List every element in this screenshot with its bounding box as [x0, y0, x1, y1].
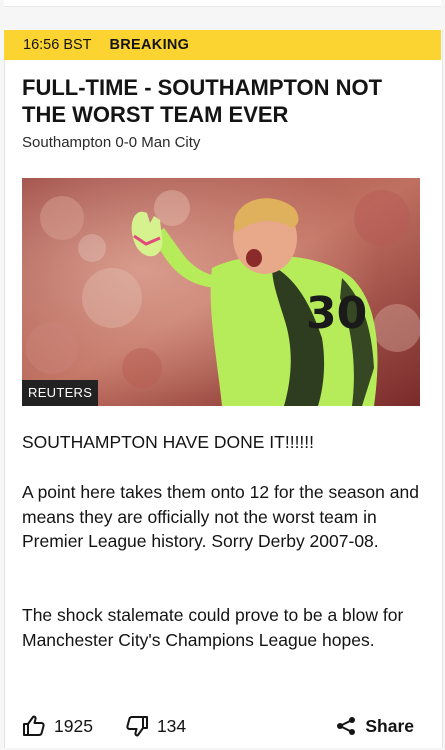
- post-actions-bar: 1925 134 Share: [22, 708, 414, 744]
- post-paragraph-2: A point here takes them onto 12 for the …: [22, 482, 419, 551]
- breaking-banner: 16:56 BST BREAKING: [4, 30, 441, 60]
- photo-credit: REUTERS: [22, 380, 99, 406]
- like-button[interactable]: 1925: [22, 714, 93, 738]
- shirt-number: 30: [306, 288, 367, 339]
- share-icon: [337, 717, 356, 735]
- share-button[interactable]: Share: [336, 716, 414, 737]
- post-paragraph-1: SOUTHAMPTON HAVE DONE IT!!!!!!: [22, 432, 315, 452]
- goalkeeper-image: 30: [22, 178, 420, 406]
- like-count: 1925: [54, 715, 93, 736]
- match-score: Southampton 0-0 Man City: [22, 134, 201, 151]
- thumbs-up-icon: [23, 715, 45, 736]
- dislike-count: 134: [156, 715, 187, 736]
- post-headline: FULL-TIME - SOUTHAMPTON NOT THE WORST TE…: [22, 75, 383, 127]
- top-divider: [4, 0, 441, 7]
- share-label: Share: [365, 715, 414, 736]
- thumbs-down-icon: [126, 716, 148, 737]
- goalkeeper-photo: 30 REUTERS: [22, 178, 420, 406]
- breaking-tag: BREAKING: [109, 37, 190, 53]
- post-time: 16:56 BST: [23, 37, 92, 53]
- dislike-button[interactable]: 134: [125, 714, 186, 738]
- post-paragraph-3: The shock stalemate could prove to be a …: [22, 605, 404, 650]
